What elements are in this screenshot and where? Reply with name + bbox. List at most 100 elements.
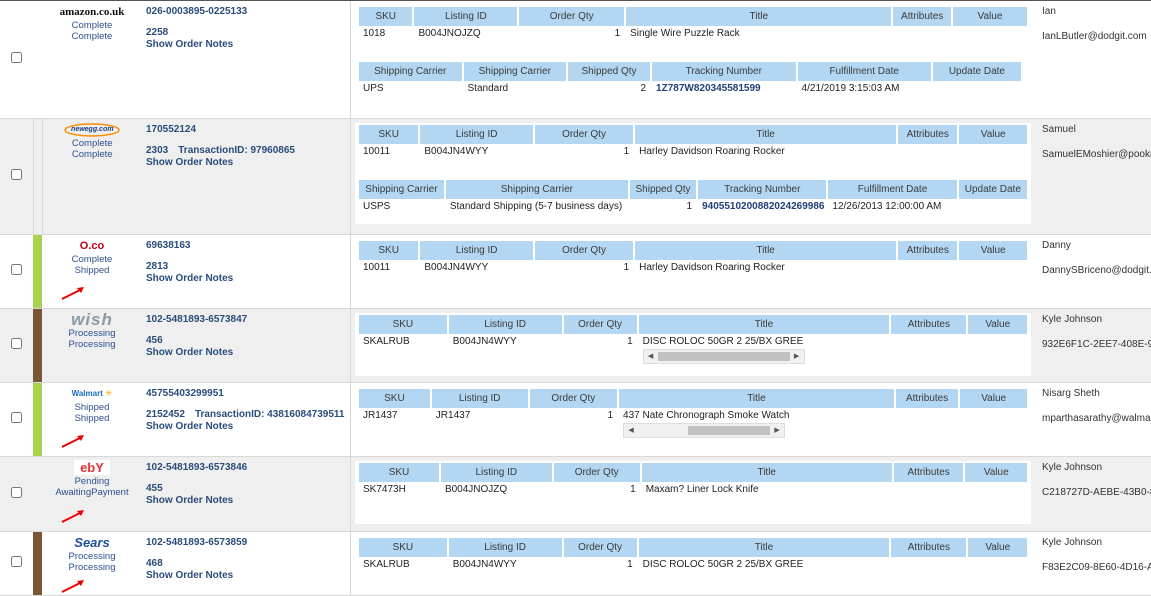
tracking-number-link[interactable]: 9405510200882024269986 [698, 199, 826, 221]
item-title: 437 Nate Chronograph Smoke Watch ◀ ▶ [619, 408, 894, 438]
col-value: Value [968, 314, 1027, 334]
col-title: Title [635, 124, 897, 144]
order-row: Sears Processing Processing 102-5481893-… [0, 531, 1151, 596]
item-listing-id: JR1437 [435, 409, 471, 421]
col-listing-id: Listing ID [420, 240, 533, 260]
item-sku: 10011 [363, 261, 391, 273]
scroll-left-icon[interactable]: ◀ [624, 426, 638, 434]
show-order-notes-link[interactable]: Show Order Notes [146, 273, 350, 284]
item-row: SKALRUB B004JN4WYY 1 DISC ROLOC 50GR 2 2… [359, 334, 1027, 364]
row-checkbox[interactable] [11, 264, 22, 275]
item-row: JR1437 JR1437 1 437 Nate Chronograph Smo… [359, 408, 1027, 438]
order-row: Walmart ✳ Shipped Shipped 45755403299951… [0, 382, 1151, 457]
col-listing-id: Listing ID [414, 7, 518, 26]
order-id-link[interactable]: 69638163 [146, 240, 350, 251]
row-checkbox[interactable] [11, 486, 22, 498]
items-box: SKU Listing ID Order Qty Title Attribute… [355, 122, 1031, 224]
order-sub-status: Shipped [74, 264, 110, 276]
ship-fulfilled: 4/21/2019 3:15:03 AM [801, 83, 900, 94]
scroll-right-icon[interactable]: ▶ [770, 426, 784, 434]
scroll-thumb[interactable] [657, 351, 790, 361]
item-attributes [894, 482, 964, 504]
row-select-cell [0, 234, 33, 309]
order-id-link[interactable]: 102-5481893-6573847 [146, 314, 350, 325]
col-listing-id: Listing ID [448, 537, 562, 557]
col-value: Value [965, 462, 1027, 482]
col-shipped-qty: Shipped Qty [629, 179, 697, 199]
items-table: SKU Listing ID Order Qty Title Attribute… [357, 314, 1029, 364]
order-id-link[interactable]: 170552124 [146, 124, 350, 135]
item-listing-id: B004JNOJZQ [444, 483, 508, 495]
show-order-notes-link[interactable]: Show Order Notes [146, 347, 350, 358]
order-info-cell: 170552124 2303 TransactionID: 97960865 Sh… [142, 118, 351, 235]
items-box: SKU Listing ID Order Qty Title Attribute… [355, 535, 1031, 591]
scroll-track[interactable] [638, 425, 771, 435]
col-order-qty: Order Qty [563, 314, 637, 334]
item-sku: SKALRUB [363, 335, 410, 347]
row-checkbox[interactable] [10, 169, 22, 180]
show-order-notes-link[interactable]: Show Order Notes [146, 421, 350, 432]
item-value [965, 482, 1027, 504]
order-id-link[interactable]: 102-5481893-6573859 [146, 537, 350, 548]
items-table: SKU Listing ID Order Qty Title Attribute… [357, 7, 1029, 48]
ship-service: Standard [467, 83, 509, 94]
col-title: Title [638, 314, 890, 334]
tracking-number-link[interactable]: 1Z787W820345581599 [652, 81, 796, 103]
scroll-left-icon[interactable]: ◀ [644, 352, 658, 360]
newegg-logo: newegg.com [43, 122, 143, 137]
transaction-id: TransactionID: 97960865 [178, 144, 295, 156]
sears-logo: Sears [42, 535, 142, 550]
scroll-track[interactable] [657, 351, 790, 361]
ebay-logo: ebY [42, 460, 142, 475]
row-checkbox[interactable] [11, 338, 22, 349]
item-qty: 1 [627, 335, 633, 347]
show-order-notes-link[interactable]: Show Order Notes [146, 157, 350, 168]
show-order-notes-link[interactable]: Show Order Notes [146, 39, 350, 50]
col-title: Title [641, 462, 892, 482]
row-checkbox[interactable] [11, 556, 22, 567]
shipment-row: USPS Standard Shipping (5-7 business day… [359, 199, 1027, 221]
order-number: 456 [146, 334, 163, 346]
item-title-text: DISC ROLOC 50GR 2 25/BX GREEN [642, 558, 803, 570]
row-checkbox[interactable] [11, 52, 22, 64]
scroll-thumb[interactable] [688, 425, 771, 435]
item-row: 10011 B004JN4WYY 1 Harley Davidson Roari… [359, 144, 1027, 166]
scroll-right-icon[interactable]: ▶ [790, 352, 804, 360]
customer-cell: Nisarg Sheth mparthasarathy@walmart.com [1039, 382, 1151, 457]
items-table: SKU Listing ID Order Qty Title Attribute… [357, 240, 1029, 282]
col-sku: SKU [359, 314, 447, 334]
item-attributes [896, 408, 958, 438]
col-shipping-carrier: Shipping Carrier [359, 179, 444, 199]
order-id-link[interactable]: 102-5481893-6573846 [146, 462, 350, 473]
col-order-qty: Order Qty [529, 388, 618, 408]
col-sku: SKU [359, 537, 447, 557]
col-fulfillment-date: Fulfillment Date [828, 179, 957, 199]
items-cell: SKU Listing ID Order Qty Title Attribute… [350, 118, 1039, 235]
wish-logo-text: wish [71, 309, 113, 329]
customer-name: Kyle Johnson [1042, 313, 1103, 325]
item-sku: JR1437 [363, 409, 398, 421]
show-order-notes-link[interactable]: Show Order Notes [146, 495, 350, 506]
overstock-logo: O.co [42, 239, 142, 253]
sears-logo-text: Sears [74, 535, 110, 550]
items-table: SKU Listing ID Order Qty Title Attribute… [357, 124, 1029, 166]
order-id-link[interactable]: 45755403299951 [146, 388, 350, 399]
col-title: Title [635, 240, 897, 260]
row-checkbox[interactable] [11, 412, 22, 423]
col-sku: SKU [359, 124, 419, 144]
customer-email: 932E6F1C-2EE7-408E-9 [1042, 338, 1151, 350]
order-row: ebY Pending AwaitingPayment 102-5481893-… [0, 456, 1151, 532]
item-row: 10011 B004JN4WYY 1 Harley Davidson Roari… [359, 260, 1027, 282]
item-listing-id: B004JN4WYY [452, 558, 517, 570]
order-status: Complete [71, 253, 113, 265]
red-arrow-icon [61, 434, 84, 448]
item-sku: SK7473H [363, 483, 406, 495]
title-scrollbar[interactable]: ◀ ▶ [623, 422, 786, 438]
order-number: 2152452 [146, 408, 185, 420]
show-order-notes-link[interactable]: Show Order Notes [146, 570, 350, 581]
title-scrollbar[interactable]: ◀ ▶ [642, 348, 805, 364]
order-id-link[interactable]: 026-0003895-0225133 [146, 6, 350, 17]
row-select-cell [0, 531, 33, 596]
customer-name: Samuel [1042, 123, 1076, 135]
customer-cell: Kyle Johnson F83E2C09-8E60-4D16-A [1039, 531, 1151, 596]
